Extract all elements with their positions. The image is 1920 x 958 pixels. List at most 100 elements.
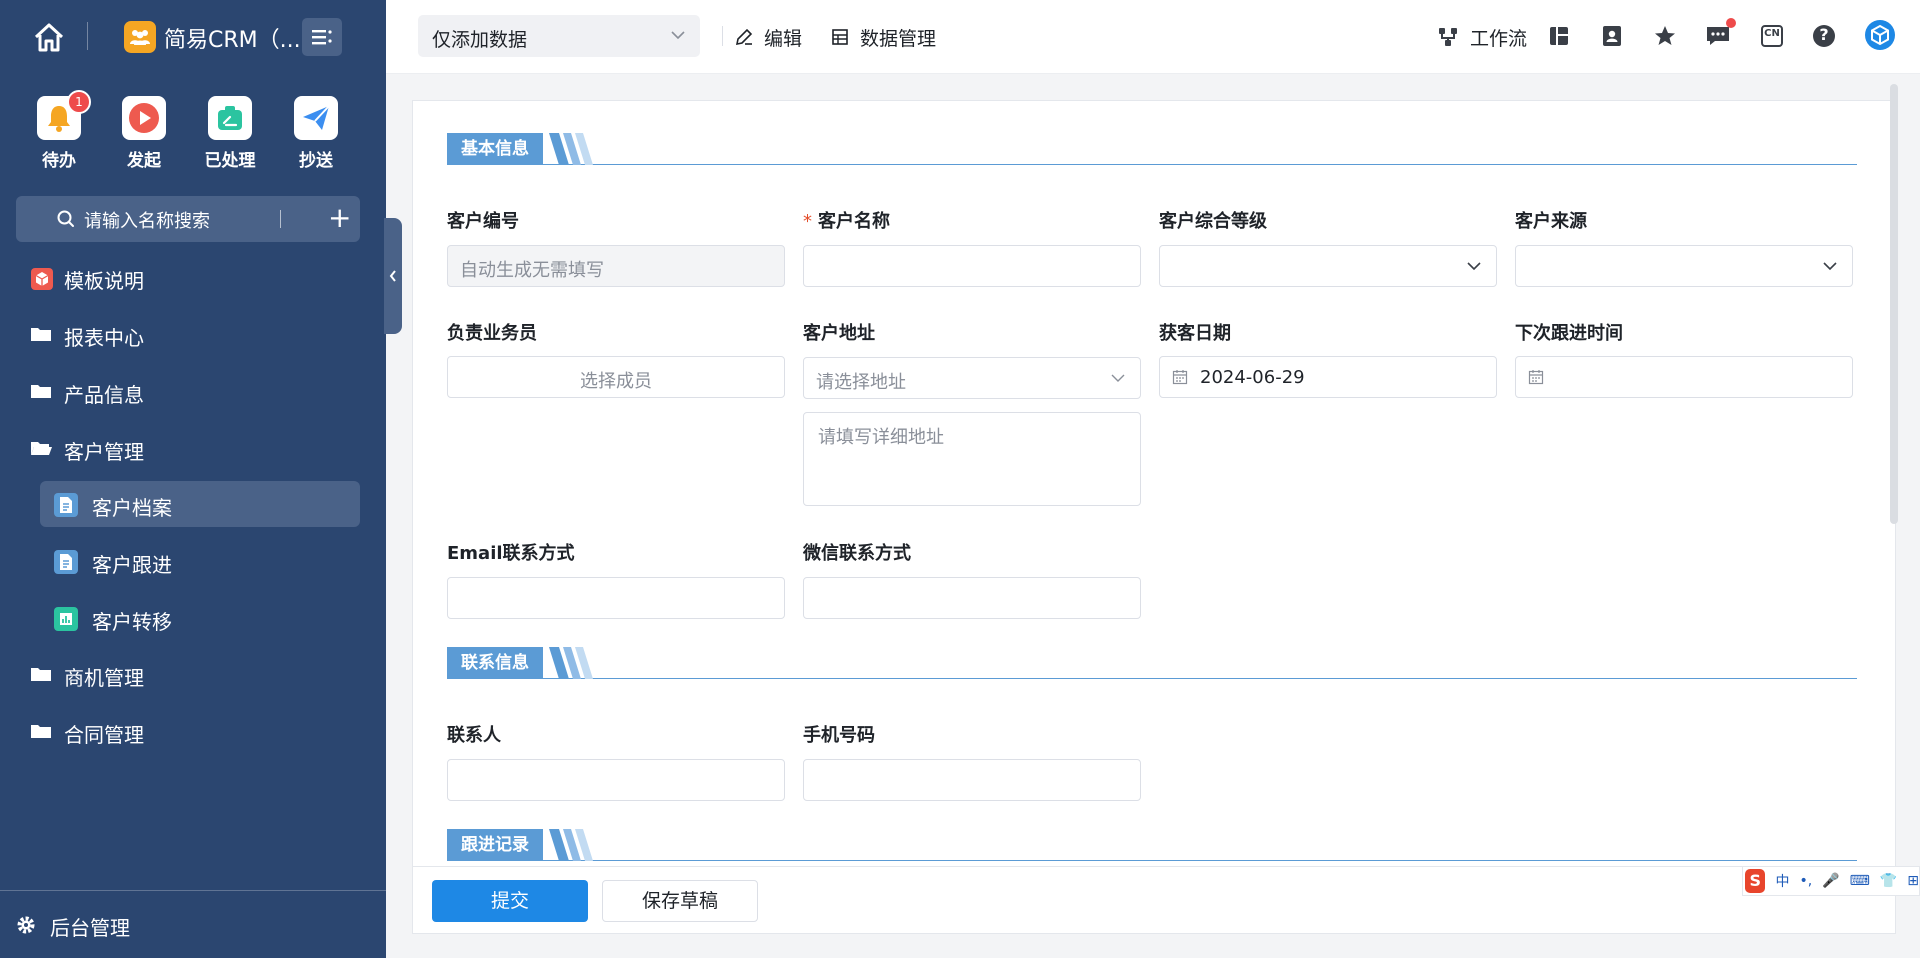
section-title: 基本信息: [447, 133, 543, 165]
ime-mic-icon[interactable]: 🎤: [1822, 873, 1839, 889]
required-mark: *: [803, 211, 812, 232]
email-input[interactable]: [447, 577, 785, 619]
select-member-placeholder: 选择成员: [580, 371, 652, 392]
sidebar-item-customer-followup[interactable]: 客户跟进: [40, 538, 360, 584]
doc-icon: [54, 550, 78, 574]
sidebar-item-template[interactable]: 模板说明: [0, 255, 386, 299]
help-button[interactable]: ?: [1810, 22, 1838, 50]
search-input[interactable]: 请输入名称搜索: [84, 207, 210, 233]
sidebar-item-contracts[interactable]: 合同管理: [0, 709, 386, 753]
header-divider: [722, 26, 723, 46]
label-acquire-date: 获客日期: [1159, 323, 1231, 344]
label-customer-name: * 客户名称: [803, 207, 890, 233]
sidebar-item-customer-archive[interactable]: 客户档案: [40, 481, 360, 527]
save-draft-button[interactable]: 保存草稿: [602, 880, 758, 922]
label-address: 客户地址: [803, 323, 875, 344]
menu-toggle-button[interactable]: [302, 18, 342, 56]
sidebar-header: 简易CRM（...: [0, 0, 386, 74]
quick-start-label: 发起: [127, 151, 161, 171]
data-manage-button[interactable]: 数据管理: [830, 22, 936, 52]
phone-input[interactable]: [803, 759, 1141, 801]
quick-done-label: 已处理: [204, 151, 256, 171]
ime-chinese-toggle[interactable]: 中: [1775, 871, 1789, 891]
next-followup-picker[interactable]: [1515, 356, 1853, 398]
label-email: Email联系方式: [447, 543, 575, 564]
acquire-date-value: 2024-06-29: [1200, 367, 1305, 388]
edit-label: 编辑: [764, 27, 803, 50]
workflow-button[interactable]: 工作流: [1436, 22, 1527, 52]
address-detail-placeholder: 请填写详细地址: [818, 427, 944, 448]
quick-start[interactable]: 发起: [114, 96, 174, 171]
ime-skin-icon[interactable]: 👕: [1880, 873, 1897, 889]
view-select[interactable]: 仅添加数据: [418, 15, 700, 57]
section-title: 联系信息: [447, 647, 543, 679]
sidebar-item-reports[interactable]: 报表中心: [0, 312, 386, 356]
sidebar-item-label: 客户跟进: [92, 553, 172, 577]
data-manage-label: 数据管理: [860, 27, 937, 50]
contacts-icon[interactable]: [1598, 22, 1626, 50]
address-select[interactable]: 请选择地址: [803, 357, 1141, 399]
chevron-down-icon: [671, 31, 685, 40]
header-divider: [87, 22, 88, 50]
workflow-icon: [1439, 28, 1457, 46]
sidebar-item-label: 客户管理: [64, 440, 144, 464]
home-icon[interactable]: [32, 20, 66, 54]
pencil-icon: [735, 28, 753, 46]
ime-logo-icon: S: [1745, 869, 1766, 893]
sidebar-item-label: 合同管理: [64, 723, 144, 747]
section-basic-info: 基本信息: [447, 133, 1857, 165]
sidebar-collapse-button[interactable]: [384, 218, 402, 334]
customer-level-select[interactable]: [1159, 245, 1497, 287]
sidebar-item-label: 客户档案: [92, 496, 172, 520]
sidebar-item-products[interactable]: 产品信息: [0, 369, 386, 413]
chevron-down-icon: [1111, 374, 1125, 382]
message-icon[interactable]: [1704, 18, 1736, 50]
ime-punctuation-toggle[interactable]: •,: [1799, 873, 1812, 889]
ime-grid-icon[interactable]: ⊞: [1907, 873, 1919, 889]
sidebar-item-customer-transfer[interactable]: 客户转移: [40, 595, 360, 641]
quick-cc[interactable]: 抄送: [286, 96, 346, 171]
label-next-followup: 下次跟进时间: [1515, 323, 1623, 344]
sidebar-item-opportunities[interactable]: 商机管理: [0, 652, 386, 696]
wechat-input[interactable]: [803, 577, 1141, 619]
language-button[interactable]: CN: [1758, 22, 1786, 50]
add-icon[interactable]: +: [328, 202, 351, 234]
sidebar: 简易CRM（... 1 待办 发起 已处理 抄送 请输入名称搜索 + 模板说明 …: [0, 0, 386, 958]
bell-icon: 1: [37, 90, 91, 140]
ime-toolbar[interactable]: S 中 •, 🎤 ⌨ 👕 ⊞: [1742, 866, 1920, 896]
customer-source-select[interactable]: [1515, 245, 1853, 287]
select-member-button[interactable]: 选择成员: [447, 356, 785, 398]
edit-button[interactable]: 编辑: [734, 22, 802, 52]
avatar[interactable]: [1864, 19, 1896, 51]
form-panel: 基本信息 客户编号 自动生成无需填写 * 客户名称 客户综合等级 客户来源 负责业…: [412, 100, 1896, 868]
app-name[interactable]: 简易CRM（...: [164, 22, 301, 54]
sidebar-item-label: 报表中心: [64, 326, 144, 350]
star-icon[interactable]: [1651, 22, 1679, 50]
sidebar-item-label: 产品信息: [64, 383, 144, 407]
sidebar-item-customer-mgmt[interactable]: 客户管理: [0, 426, 386, 470]
quick-todo[interactable]: 1 待办: [29, 90, 91, 171]
section-contact-info: 联系信息: [447, 647, 1857, 679]
label-salesperson: 负责业务员: [447, 323, 537, 344]
acquire-date-picker[interactable]: 2024-06-29: [1159, 356, 1497, 398]
quick-done[interactable]: 已处理: [200, 96, 260, 171]
quick-cc-label: 抄送: [299, 151, 333, 171]
form-scrollbar[interactable]: [1890, 84, 1898, 524]
layout-icon[interactable]: [1545, 22, 1573, 50]
workflow-label: 工作流: [1470, 27, 1528, 50]
customer-name-input[interactable]: [803, 245, 1141, 287]
folder-icon: [30, 721, 52, 741]
help-label: ?: [1819, 25, 1829, 44]
view-select-value: 仅添加数据: [432, 29, 528, 51]
sidebar-search[interactable]: 请输入名称搜索 +: [16, 196, 360, 242]
customer-no-placeholder: 自动生成无需填写: [460, 260, 604, 281]
address-detail-textarea[interactable]: 请填写详细地址: [803, 412, 1141, 506]
sidebar-admin[interactable]: 后台管理: [0, 890, 386, 958]
submit-button[interactable]: 提交: [432, 880, 588, 922]
label-contact: 联系人: [447, 725, 501, 746]
contact-input[interactable]: [447, 759, 785, 801]
label-wechat: 微信联系方式: [803, 543, 911, 564]
chart-icon: [54, 607, 78, 631]
folder-icon: [30, 664, 52, 684]
ime-keyboard-icon[interactable]: ⌨: [1850, 873, 1870, 889]
